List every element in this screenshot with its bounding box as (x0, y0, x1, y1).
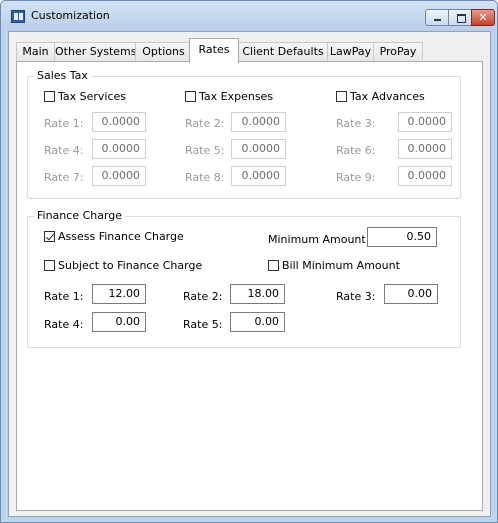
tab-rates[interactable]: Rates (189, 38, 239, 63)
tax-services-checkbox[interactable]: Tax Services (44, 90, 126, 103)
finance-rate-1-label: Rate 1: (44, 290, 84, 303)
sales-rate-5-label: Rate 5: (185, 144, 225, 157)
tax-expenses-label: Tax Expenses (199, 90, 274, 103)
tab-main[interactable]: Main (16, 42, 55, 62)
maximize-button[interactable] (448, 9, 472, 26)
finance-rate-2-label: Rate 2: (183, 290, 223, 303)
sales-rate-9-input[interactable]: 0.0000 (398, 166, 452, 186)
sales-rate-5-input[interactable]: 0.0000 (231, 139, 286, 159)
sales-rate-3-input[interactable]: 0.0000 (398, 112, 452, 132)
checkbox-box[interactable] (268, 260, 279, 271)
finance-rate-5-label: Rate 5: (183, 318, 223, 331)
finance-rate-4-input[interactable]: 0.00 (92, 312, 146, 332)
sales-rate-4-label: Rate 4: (44, 144, 84, 157)
finance-rate-1-input[interactable]: 12.00 (92, 284, 146, 304)
bill-minimum-amount-checkbox[interactable]: Bill Minimum Amount (268, 259, 400, 272)
finance-rate-3-input[interactable]: 0.00 (384, 284, 438, 304)
finance-rate-3-label: Rate 3: (336, 290, 376, 303)
tab-client-defaults[interactable]: Client Defaults (238, 42, 328, 62)
dialog-body: Main Other Systems Options Rates Client … (8, 31, 491, 517)
tax-advances-checkbox[interactable]: Tax Advances (336, 90, 425, 103)
checkbox-box[interactable] (44, 91, 55, 102)
sales-rate-4-input[interactable]: 0.0000 (92, 139, 146, 159)
sales-rate-2-label: Rate 2: (185, 117, 225, 130)
minimum-amount-label: Minimum Amount: (268, 233, 370, 246)
checkbox-box[interactable] (185, 91, 196, 102)
close-button[interactable]: ✕ (471, 9, 495, 26)
subject-to-finance-charge-checkbox[interactable]: Subject to Finance Charge (44, 259, 202, 272)
minimize-button[interactable] (425, 9, 449, 26)
sales-rate-6-input[interactable]: 0.0000 (398, 139, 452, 159)
close-icon: ✕ (478, 11, 488, 24)
window-title: Customization (31, 9, 110, 22)
sales-rate-7-input[interactable]: 0.0000 (92, 166, 146, 186)
finance-rate-5-input[interactable]: 0.00 (230, 312, 285, 332)
rates-tab-page: Sales Tax Tax Services Tax Expenses Tax … (16, 61, 483, 511)
finance-charge-title: Finance Charge (34, 209, 126, 222)
sales-rate-1-input[interactable]: 0.0000 (92, 112, 146, 132)
minimum-amount-input[interactable]: 0.50 (367, 227, 437, 247)
tab-other-systems[interactable]: Other Systems (54, 42, 136, 62)
title-bar[interactable]: Customization ✕ (1, 1, 497, 31)
bill-minimum-amount-label: Bill Minimum Amount (282, 259, 400, 272)
tab-propay[interactable]: ProPay (373, 42, 423, 62)
subject-to-finance-charge-label: Subject to Finance Charge (58, 259, 203, 272)
finance-rate-4-label: Rate 4: (44, 318, 84, 331)
checkbox-box[interactable] (44, 260, 55, 271)
checkbox-box[interactable] (44, 231, 55, 242)
checkbox-box[interactable] (336, 91, 347, 102)
sales-rate-1-label: Rate 1: (44, 117, 84, 130)
sales-tax-title: Sales Tax (34, 69, 91, 82)
assess-finance-charge-label: Assess Finance Charge (58, 230, 184, 243)
sales-rate-7-label: Rate 7: (44, 171, 84, 184)
sales-rate-2-input[interactable]: 0.0000 (231, 112, 286, 132)
tax-advances-label: Tax Advances (350, 90, 425, 103)
sales-rate-9-label: Rate 9: (336, 171, 376, 184)
sales-rate-8-label: Rate 8: (185, 171, 225, 184)
customization-window: Customization ✕ Main Other Systems Optio… (0, 0, 498, 523)
sales-tax-group: Sales Tax Tax Services Tax Expenses Tax … (27, 69, 461, 199)
sales-rate-6-label: Rate 6: (336, 144, 376, 157)
tab-options[interactable]: Options (135, 42, 192, 62)
tab-lawpay[interactable]: LawPay (327, 42, 374, 62)
sales-rate-3-label: Rate 3: (336, 117, 376, 130)
app-icon (11, 10, 25, 23)
assess-finance-charge-checkbox[interactable]: Assess Finance Charge (44, 230, 184, 243)
finance-charge-group: Finance Charge Assess Finance Charge Min… (27, 209, 461, 348)
finance-rate-2-input[interactable]: 18.00 (230, 284, 285, 304)
tax-services-label: Tax Services (58, 90, 127, 103)
sales-rate-8-input[interactable]: 0.0000 (231, 166, 286, 186)
tax-expenses-checkbox[interactable]: Tax Expenses (185, 90, 273, 103)
